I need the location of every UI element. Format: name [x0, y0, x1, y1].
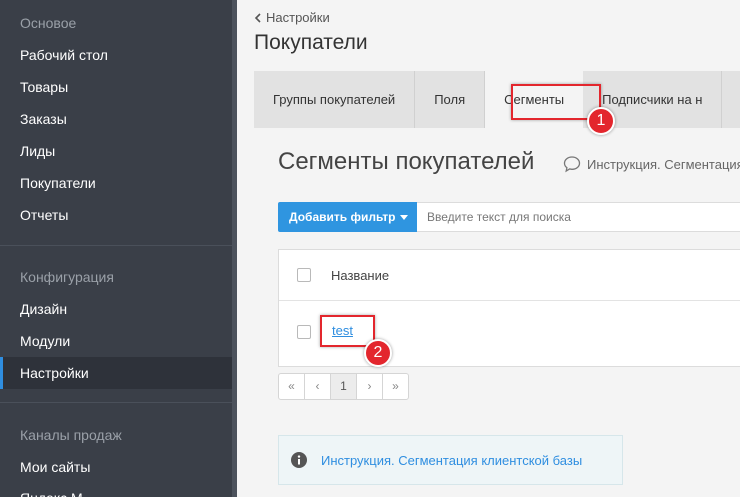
pagination-prev[interactable]: ‹: [304, 373, 331, 400]
speech-bubble-icon: [563, 156, 581, 173]
sidebar-item-reports[interactable]: Отчеты: [0, 199, 232, 231]
chevron-left-icon: [254, 12, 261, 23]
sidebar-item-customers[interactable]: Покупатели: [0, 167, 232, 199]
tab-fields[interactable]: Поля: [415, 71, 486, 128]
pagination-next[interactable]: ›: [356, 373, 383, 400]
tab-bar: Группы покупателей Поля Сегменты Подписч…: [254, 71, 740, 128]
sidebar-section-channels: Каналы продаж: [20, 427, 122, 443]
sidebar-item-design[interactable]: Дизайн: [0, 293, 232, 325]
help-link[interactable]: Инструкция. Сегментация клиентской базы: [563, 155, 740, 173]
sidebar-item-orders[interactable]: Заказы: [0, 103, 232, 135]
table-row: test: [279, 301, 740, 367]
sidebar-item-products[interactable]: Товары: [0, 71, 232, 103]
main-content: Настройки Покупатели Группы покупателей …: [237, 0, 740, 497]
sidebar: Основое Рабочий стол Товары Заказы Лиды …: [0, 0, 232, 497]
pagination-page-1[interactable]: 1: [330, 373, 357, 400]
sidebar-item-yandex-market[interactable]: Яндекс.М: [0, 482, 232, 497]
help-link-text: Инструкция. Сегментация клиентской базы: [587, 156, 740, 172]
info-link[interactable]: Инструкция. Сегментация клиентской базы: [321, 453, 582, 468]
sidebar-item-modules[interactable]: Модули: [0, 325, 232, 357]
sidebar-divider: [0, 402, 232, 403]
sidebar-section-basic: Основое: [20, 15, 77, 31]
info-icon: [291, 452, 307, 468]
caret-down-icon: [400, 215, 409, 221]
info-box: Инструкция. Сегментация клиентской базы: [278, 435, 623, 485]
sidebar-divider: [0, 245, 232, 246]
tab-customer-groups[interactable]: Группы покупателей: [254, 71, 416, 128]
step-badge-2: 2: [364, 339, 392, 367]
select-all-checkbox[interactable]: [297, 268, 311, 282]
sidebar-item-leads[interactable]: Лиды: [0, 135, 232, 167]
tab-segments[interactable]: Сегменты: [485, 71, 584, 128]
sidebar-item-dashboard[interactable]: Рабочий стол: [0, 39, 232, 71]
breadcrumb-label: Настройки: [266, 10, 330, 25]
segments-table: Название test: [278, 249, 740, 367]
column-header-name: Название: [331, 268, 390, 283]
add-filter-button[interactable]: Добавить фильтр: [278, 202, 417, 232]
table-header: Название: [279, 250, 740, 301]
row-checkbox[interactable]: [297, 325, 311, 339]
pagination-last[interactable]: »: [382, 373, 409, 400]
sidebar-item-my-sites[interactable]: Мои сайты: [0, 451, 232, 483]
section-title: Сегменты покупателей: [278, 148, 535, 175]
sidebar-section-config: Конфигурация: [20, 269, 114, 285]
pagination-first[interactable]: «: [278, 373, 305, 400]
breadcrumb[interactable]: Настройки: [254, 10, 330, 25]
segment-link[interactable]: test: [332, 323, 353, 338]
add-filter-label: Добавить фильтр: [289, 210, 396, 224]
search-input[interactable]: [417, 202, 740, 232]
pagination: « ‹ 1 › »: [278, 373, 409, 400]
page-title: Покупатели: [254, 31, 368, 54]
step-badge-1: 1: [587, 107, 615, 135]
sidebar-item-settings[interactable]: Настройки: [0, 357, 232, 389]
